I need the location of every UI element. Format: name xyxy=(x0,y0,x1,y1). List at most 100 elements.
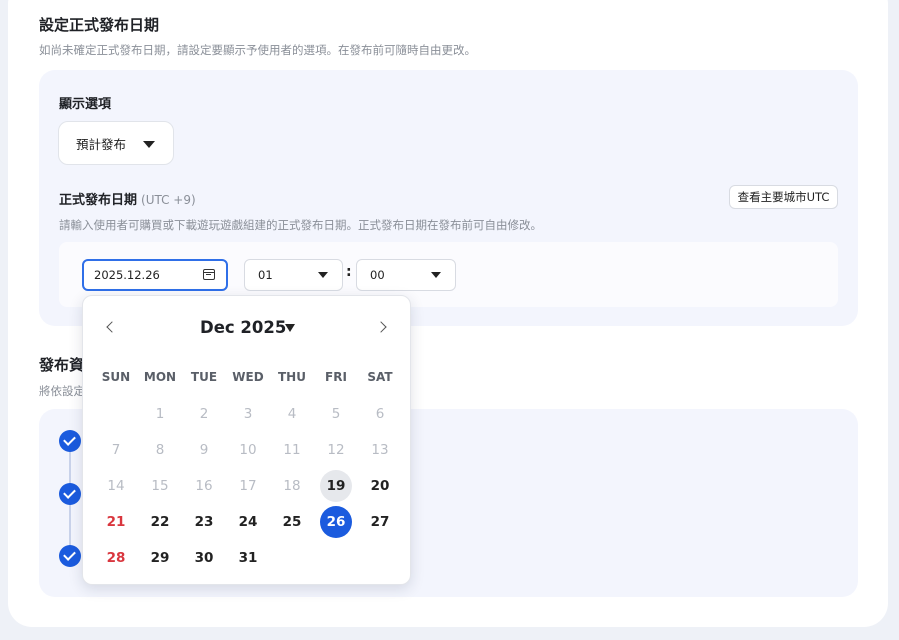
calendar-day-number: 20 xyxy=(370,478,390,494)
calendar-day-number: 26 xyxy=(326,514,346,530)
calendar-day: 3 xyxy=(226,397,270,433)
calendar-day[interactable]: 24 xyxy=(226,505,270,541)
release-date-value: 2025.12.26 xyxy=(94,268,160,282)
calendar-day: 8 xyxy=(138,433,182,469)
date-picker-popup: Dec 2025 SUN MON TUE WED THU FRI SAT 123… xyxy=(82,295,411,585)
display-option-dropdown[interactable]: 預計發布 xyxy=(58,121,174,165)
minute-dropdown[interactable]: 00 xyxy=(356,259,456,291)
weekday-label: SAT xyxy=(367,370,393,384)
calendar-day: 18 xyxy=(270,469,314,505)
calendar-day-number: 22 xyxy=(150,514,170,530)
calendar-day: 7 xyxy=(94,433,138,469)
calendar-day: 12 xyxy=(314,433,358,469)
caret-down-icon[interactable] xyxy=(285,324,295,332)
calendar-day-number: 18 xyxy=(283,478,301,494)
release-date-label-text: 正式發布日期 xyxy=(59,193,138,208)
view-city-utc-button[interactable]: 查看主要城市UTC xyxy=(729,185,838,209)
publish-info-title: 發布資 xyxy=(39,356,85,374)
calendar-day[interactable]: 21 xyxy=(94,505,138,541)
weekday-header: SUN MON TUE WED THU FRI SAT xyxy=(94,370,402,384)
calendar-day: 16 xyxy=(182,469,226,505)
check-circle-icon xyxy=(59,430,81,452)
calendar-day-number: 10 xyxy=(239,442,257,458)
calendar-day-number: 28 xyxy=(106,550,126,566)
chevron-left-icon[interactable] xyxy=(101,318,121,338)
weekday-label: TUE xyxy=(190,370,218,384)
weekday-label: SUN xyxy=(101,370,131,384)
time-separator: : xyxy=(346,264,352,280)
calendar-day-number: 24 xyxy=(238,514,258,530)
hour-value: 01 xyxy=(258,268,273,282)
calendar-day-number: 23 xyxy=(194,514,214,530)
calendar-day: 9 xyxy=(182,433,226,469)
calendar-day-number: 11 xyxy=(283,442,301,458)
weekday-label: WED xyxy=(232,370,264,384)
release-date-description: 請輸入使用者可購買或下載遊玩遊戲組建的正式發布日期。正式發布日期在發布前可自由修… xyxy=(59,218,542,232)
calendar-day[interactable]: 27 xyxy=(358,505,402,541)
calendar-day-number: 30 xyxy=(194,550,214,566)
section-title: 設定正式發布日期 xyxy=(39,16,160,34)
calendar-day: 14 xyxy=(94,469,138,505)
calendar-day-number: 21 xyxy=(106,514,126,530)
display-option-value: 預計發布 xyxy=(76,136,127,152)
weekday-label: FRI xyxy=(325,370,347,384)
calendar-day: 10 xyxy=(226,433,270,469)
calendar-day-number: 16 xyxy=(195,478,213,494)
calendar-day: 15 xyxy=(138,469,182,505)
utc-offset-label: (UTC +9) xyxy=(141,193,196,207)
calendar-icon[interactable] xyxy=(203,269,215,280)
calendar-day[interactable]: 29 xyxy=(138,541,182,577)
calendar-day-number: 1 xyxy=(155,406,165,422)
calendar-day-number: 7 xyxy=(111,442,121,458)
calendar-day[interactable]: 19 xyxy=(314,469,358,505)
calendar-day: 13 xyxy=(358,433,402,469)
calendar-day-number: 31 xyxy=(238,550,258,566)
calendar-day: 4 xyxy=(270,397,314,433)
weekday-label: THU xyxy=(278,370,306,384)
calendar-day[interactable]: 23 xyxy=(182,505,226,541)
calendar-day-number: 13 xyxy=(371,442,389,458)
caret-down-icon xyxy=(318,272,328,278)
calendar-day-empty xyxy=(94,397,138,433)
calendar-day[interactable]: 20 xyxy=(358,469,402,505)
calendar-day[interactable]: 30 xyxy=(182,541,226,577)
calendar-day: 6 xyxy=(358,397,402,433)
chevron-right-icon[interactable] xyxy=(373,318,393,338)
calendar-day-number: 8 xyxy=(155,442,165,458)
calendar-day-number: 3 xyxy=(243,406,253,422)
calendar-day-number: 5 xyxy=(331,406,341,422)
calendar-day: 17 xyxy=(226,469,270,505)
calendar-day-number: 4 xyxy=(287,406,297,422)
calendar-day: 1 xyxy=(138,397,182,433)
calendar-day-grid: 1 2 3 4 5 6 7 8 9 10 11 12 13 14 15 16 17 18 19 20 21 22 23 24 2… xyxy=(94,397,402,577)
calendar-day-number: 29 xyxy=(150,550,170,566)
publish-info-subtitle: 將依設定 xyxy=(39,384,85,398)
calendar-day-number: 2 xyxy=(199,406,209,422)
calendar-day-number: 27 xyxy=(370,514,390,530)
calendar-day[interactable]: 26 xyxy=(314,505,358,541)
calendar-day-number: 17 xyxy=(239,478,257,494)
caret-down-icon xyxy=(143,141,155,148)
month-year-label[interactable]: Dec 2025 xyxy=(200,318,286,337)
calendar-day-number: 12 xyxy=(327,442,345,458)
section-subtitle: 如尚未確定正式發布日期，請設定要顯示予使用者的選項。在發布前可隨時自由更改。 xyxy=(39,43,476,57)
release-date-label: 正式發布日期 (UTC +9) xyxy=(59,189,196,208)
check-circle-icon xyxy=(59,483,81,505)
calendar-day: 2 xyxy=(182,397,226,433)
check-circle-icon xyxy=(59,545,81,567)
calendar-day-number: 15 xyxy=(151,478,169,494)
release-date-input[interactable]: 2025.12.26 xyxy=(82,259,228,291)
hour-dropdown[interactable]: 01 xyxy=(244,259,343,291)
calendar-day[interactable]: 31 xyxy=(226,541,270,577)
calendar-day[interactable]: 28 xyxy=(94,541,138,577)
calendar-day: 5 xyxy=(314,397,358,433)
calendar-day-number: 25 xyxy=(282,514,302,530)
calendar-day[interactable]: 25 xyxy=(270,505,314,541)
caret-down-icon xyxy=(431,272,441,278)
calendar-day-number: 14 xyxy=(107,478,125,494)
calendar-day-number: 9 xyxy=(199,442,209,458)
calendar-day-number: 19 xyxy=(326,478,346,494)
calendar-day-number: 6 xyxy=(375,406,385,422)
calendar-day: 11 xyxy=(270,433,314,469)
calendar-day[interactable]: 22 xyxy=(138,505,182,541)
